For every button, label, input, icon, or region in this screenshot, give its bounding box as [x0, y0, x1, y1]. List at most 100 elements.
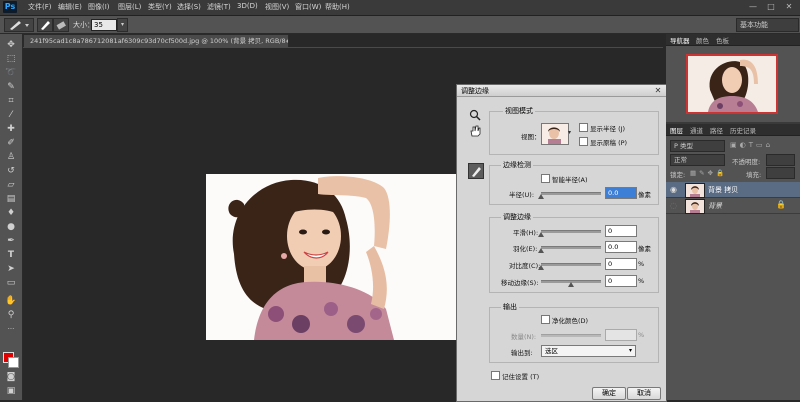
navigator-thumbnail[interactable] [686, 54, 778, 114]
cancel-button[interactable]: 取消 [627, 387, 661, 400]
navigator-panel [666, 46, 800, 122]
ok-button[interactable]: 确定 [592, 387, 626, 400]
smooth-input[interactable]: 0 [605, 225, 637, 237]
pen-icon[interactable]: ✒ [4, 236, 18, 247]
tab-paths[interactable]: 路径 [710, 125, 723, 135]
zoom-icon[interactable]: ⚲ [4, 310, 18, 321]
layer-filter-icons[interactable]: ▣◐T▭⌂ [730, 141, 796, 151]
type-icon[interactable]: T [4, 250, 18, 261]
clone-stamp-icon[interactable]: ♙ [4, 152, 18, 163]
tab-swatches[interactable]: 色板 [716, 35, 729, 45]
menu-image[interactable]: 图像(I) [88, 2, 110, 12]
menu-3d[interactable]: 3D(D) [237, 2, 258, 10]
contrast-slider-thumb[interactable] [538, 265, 544, 270]
output-to-value: 选区 [545, 347, 558, 355]
size-dropdown-icon[interactable]: ▾ [117, 18, 128, 32]
layer-row-background[interactable]: ◌ 背景 🔒 [666, 198, 800, 214]
crop-icon[interactable]: ⌗ [4, 96, 18, 107]
remember-settings-checkbox[interactable] [491, 371, 500, 380]
hand-icon[interactable]: ✋ [4, 296, 18, 307]
feather-slider-thumb[interactable] [538, 248, 544, 253]
brush-icon [10, 21, 29, 30]
blur-icon[interactable]: ♦ [4, 208, 18, 219]
tab-history[interactable]: 历史记录 [730, 125, 756, 135]
fill-input[interactable] [766, 167, 795, 179]
dodge-icon[interactable]: ● [4, 222, 18, 233]
more-tools-icon[interactable]: ··· [4, 324, 18, 335]
menu-type[interactable]: 类型(Y) [148, 2, 172, 12]
brush-mode-button[interactable] [37, 18, 53, 32]
contrast-slider[interactable] [538, 263, 601, 270]
menu-file[interactable]: 文件(F) [28, 2, 52, 12]
blend-mode-select[interactable]: 正常 [670, 154, 725, 166]
menu-edit[interactable]: 编辑(E) [58, 2, 82, 12]
shift-edge-slider-thumb[interactable] [568, 282, 574, 287]
feather-slider[interactable] [538, 246, 601, 253]
marquee-icon[interactable]: ⬚ [4, 54, 18, 65]
output-to-select[interactable]: 选区 ▾ [541, 345, 636, 357]
zoom-tool-icon[interactable] [469, 109, 481, 121]
minimize-icon[interactable]: — [746, 2, 760, 12]
smart-radius-label: 智能半径(A) [552, 176, 588, 184]
contrast-label: 对比度(C): [509, 262, 541, 270]
smart-radius-checkbox[interactable] [541, 174, 550, 183]
shift-edge-slider[interactable] [541, 280, 601, 287]
erase-mode-button[interactable] [53, 18, 69, 32]
feather-input[interactable]: 0.0 [605, 241, 637, 253]
radius-slider[interactable] [538, 192, 601, 199]
view-preview-picker[interactable] [541, 123, 569, 145]
brush-tool-icon[interactable]: ✐ [4, 138, 18, 149]
menu-select[interactable]: 选择(S) [177, 2, 201, 12]
navigator-tabs: 导航器 颜色 色板 [666, 34, 800, 46]
eraser-icon[interactable]: ▱ [4, 180, 18, 191]
menu-view[interactable]: 视图(V) [265, 2, 289, 12]
remember-settings-label: 记住设置 (T) [502, 373, 540, 381]
lasso-icon[interactable]: ➰ [4, 68, 18, 79]
menu-window[interactable]: 窗口(W) [295, 2, 321, 12]
shape-icon[interactable]: ▭ [4, 278, 18, 289]
smooth-slider[interactable] [538, 230, 601, 237]
close-icon[interactable]: ✕ [782, 2, 796, 12]
show-radius-checkbox[interactable] [579, 123, 588, 132]
smooth-slider-thumb[interactable] [538, 232, 544, 237]
screen-mode-icon[interactable]: ▣ [4, 386, 18, 397]
maximize-icon[interactable]: □ [764, 2, 778, 12]
size-input[interactable]: 35 [91, 19, 117, 31]
healing-icon[interactable]: ✚ [4, 124, 18, 135]
visibility-eye-icon[interactable]: ◌ [670, 201, 677, 210]
layer-kind-filter[interactable]: P 类型 [670, 140, 725, 152]
contrast-input[interactable]: 0 [605, 258, 637, 270]
tab-navigator[interactable]: 导航器 [670, 35, 690, 45]
radius-slider-thumb[interactable] [538, 194, 544, 199]
gradient-icon[interactable]: ▤ [4, 194, 18, 205]
document-tab[interactable]: 241f95cad1c8a786712081af6309c93d70cf500d… [23, 34, 289, 48]
tab-layers[interactable]: 图层 [670, 125, 683, 135]
quick-select-icon[interactable]: ✎ [4, 82, 18, 93]
quick-mask-icon[interactable]: ◙ [4, 372, 18, 383]
opacity-input[interactable] [766, 154, 795, 166]
lock-icons[interactable]: ▦✎✥🔒 [690, 169, 727, 177]
tool-preset-picker[interactable] [4, 18, 34, 32]
view-dropdown-icon[interactable]: ▾ [568, 129, 571, 136]
shift-edge-input[interactable]: 0 [605, 275, 637, 287]
menu-filter[interactable]: 滤镜(T) [207, 2, 231, 12]
visibility-eye-icon[interactable]: ◉ [670, 185, 677, 194]
decontaminate-checkbox[interactable] [541, 315, 550, 324]
canvas-photo[interactable] [206, 174, 460, 340]
tab-color[interactable]: 颜色 [696, 35, 709, 45]
eyedropper-icon[interactable]: ⁄ [4, 110, 18, 121]
menu-layer[interactable]: 图层(L) [118, 2, 141, 12]
background-color-swatch[interactable] [8, 357, 19, 368]
dialog-close-icon[interactable]: ✕ [653, 86, 663, 95]
menu-help[interactable]: 帮助(H) [325, 2, 350, 12]
layer-row-background-copy[interactable]: ◉ 背景 拷贝 [666, 182, 800, 198]
workspace-select[interactable]: 基本功能 [736, 18, 799, 32]
path-select-icon[interactable]: ➤ [4, 264, 18, 275]
history-brush-icon[interactable]: ↺ [4, 166, 18, 177]
hand-tool-icon[interactable] [469, 125, 481, 137]
tab-channels[interactable]: 通道 [690, 125, 703, 135]
radius-input[interactable]: 0.0 [605, 187, 637, 199]
refine-radius-tool[interactable] [468, 163, 484, 179]
show-original-checkbox[interactable] [579, 137, 588, 146]
move-tool-icon[interactable]: ✥ [4, 40, 18, 51]
